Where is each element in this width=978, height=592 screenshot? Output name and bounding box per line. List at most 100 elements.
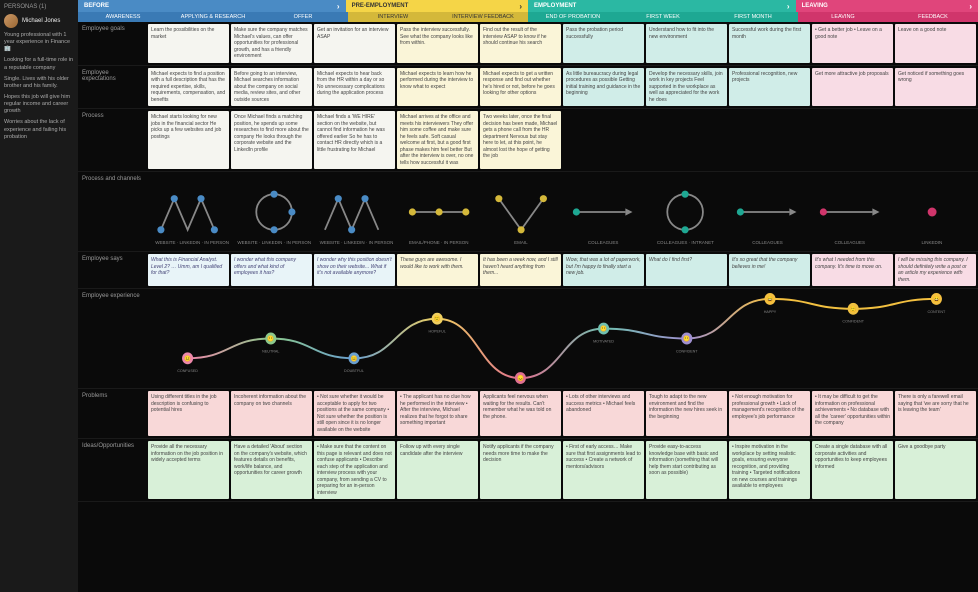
card[interactable]: Michael arrives at the office and meets … <box>397 111 478 169</box>
phase-before[interactable]: BEFORE› <box>78 0 346 12</box>
card[interactable]: Leave on a good note <box>895 24 976 63</box>
persona-name: Michael Jones <box>22 18 60 24</box>
persona-section-title: PERSONAS (1) <box>4 4 74 10</box>
card[interactable]: • Not enough motivation for professional… <box>729 391 810 436</box>
row-problems: Problems Using different titles in the j… <box>78 389 978 439</box>
card[interactable]: Understand how to fit into the new envir… <box>646 24 727 63</box>
row-label-experience: Employee experience <box>78 289 146 388</box>
card[interactable]: Develop the necessary skills, join work … <box>646 68 727 107</box>
card[interactable]: Find out the result of the interview ASA… <box>480 24 561 63</box>
card[interactable]: Notify applicants if the company needs m… <box>480 441 561 499</box>
card[interactable]: Create a single database with all corpor… <box>812 441 893 499</box>
svg-text:CONFUSED: CONFUSED <box>177 369 198 373</box>
card[interactable]: Follow up with every single candidate af… <box>397 441 478 499</box>
svg-text:😄: 😄 <box>933 295 940 303</box>
card[interactable]: Professional recognition, new projects <box>729 68 810 107</box>
card[interactable]: Michael expects to find a position with … <box>148 68 229 107</box>
card[interactable]: • Lots of other interviews and success m… <box>563 391 644 436</box>
card[interactable]: Two weeks later, once the final decision… <box>480 111 561 169</box>
card[interactable]: Give a goodbye party <box>895 441 976 499</box>
card[interactable]: Michael expects to get a written respons… <box>480 68 561 107</box>
quote-card[interactable]: These guys are awesome. I would like to … <box>397 254 478 286</box>
card-empty <box>895 111 976 169</box>
card[interactable]: Make sure the company matches Michael's … <box>231 24 312 63</box>
quote-card[interactable]: What do I find first? <box>646 254 727 286</box>
stage-first-month[interactable]: FIRST MONTH <box>708 12 798 22</box>
row-experience: Employee experience 😐CONFUSED😶NEUTRAL😐DO… <box>78 289 978 389</box>
svg-text:MOTIVATED: MOTIVATED <box>593 339 614 343</box>
quote-card[interactable]: It's what I needed from this company. It… <box>812 254 893 286</box>
card[interactable]: Provide all the necessary information on… <box>148 441 229 499</box>
stage-leaving[interactable]: LEAVING <box>798 12 888 22</box>
quote-card[interactable]: I wonder why this position doesn't show … <box>314 254 395 286</box>
card[interactable]: Using different titles in the job descri… <box>148 391 229 436</box>
card[interactable]: Successful work during the first month <box>729 24 810 63</box>
phase-leaving[interactable]: LEAVING› <box>796 0 978 12</box>
quote-card[interactable]: What this is Financial Analyst. Level 2?… <box>148 254 229 286</box>
card[interactable]: Michael expects to learn how he performe… <box>397 68 478 107</box>
card[interactable]: Michael starts looking for new jobs in t… <box>148 111 229 169</box>
stage-header-row: AWARENESS APPLYING & RESEARCH OFFER INTE… <box>78 12 978 22</box>
card[interactable]: Learn the possibilities on the market <box>148 24 229 63</box>
quote-card[interactable]: Wow, that was a lot of paperwork, but I'… <box>563 254 644 286</box>
quote-card[interactable]: I wonder what this company offers and wh… <box>231 254 312 286</box>
card[interactable]: There is only a farewell email saying th… <box>895 391 976 436</box>
stage-interview[interactable]: INTERVIEW <box>348 12 438 22</box>
card[interactable]: Get an invitation for an interview ASAP <box>314 24 395 63</box>
card[interactable]: Tough to adapt to the new environment an… <box>646 391 727 436</box>
persona-panel: PERSONAS (1) Michael Jones Young profess… <box>0 0 78 592</box>
row-process: Process Michael starts looking for new j… <box>78 109 978 172</box>
quote-card[interactable]: It's so great that the company believes … <box>729 254 810 286</box>
stage-interview-feedback[interactable]: INTERVIEW FEEDBACK <box>438 12 528 22</box>
persona-desc: Hopes this job will give him regular inc… <box>4 94 74 115</box>
card[interactable]: Have a detailed 'About' section on the c… <box>231 441 312 499</box>
svg-text:HOPEFUL: HOPEFUL <box>428 329 445 333</box>
card[interactable]: Provide easy-to-access knowledge base wi… <box>646 441 727 499</box>
phase-pre-employment[interactable]: PRE-EMPLOYMENT› <box>346 0 528 12</box>
card[interactable]: • Get a better job • Leave on a good not… <box>812 24 893 63</box>
card[interactable]: Pass the interview successfully. See wha… <box>397 24 478 63</box>
card-empty <box>563 111 644 169</box>
row-ideas: Ideas/Opportunities Provide all the nece… <box>78 439 978 502</box>
card[interactable]: • Inspire motivation in the workplace by… <box>729 441 810 499</box>
stage-applying[interactable]: APPLYING & RESEARCH <box>168 12 258 22</box>
card[interactable]: Get noticed if something goes wrong <box>895 68 976 107</box>
persona-header: Michael Jones <box>4 14 74 28</box>
card[interactable]: • The applicant has no clue how he perfo… <box>397 391 478 436</box>
card[interactable]: Incoherent information about the company… <box>231 391 312 436</box>
phase-employment[interactable]: EMPLOYMENT› <box>528 0 796 12</box>
row-label-expectations: Employee expectations <box>78 66 146 109</box>
row-goals: Employee goals Learn the possibilities o… <box>78 22 978 66</box>
card[interactable]: • First of early access… Make sure that … <box>563 441 644 499</box>
card[interactable]: As little bureaucracy during legal proce… <box>563 68 644 107</box>
svg-text:😞: 😞 <box>517 374 524 382</box>
svg-text:🙂: 🙂 <box>434 314 441 322</box>
svg-text:🙂: 🙂 <box>850 305 857 313</box>
svg-text:CONFIDENT: CONFIDENT <box>676 349 698 353</box>
card[interactable]: • Make sure that the content on this pag… <box>314 441 395 499</box>
card[interactable]: • It may be difficult to get the informa… <box>812 391 893 436</box>
card[interactable]: Get more attractive job proposals <box>812 68 893 107</box>
row-label-channels: Process and channels <box>78 172 146 251</box>
stage-offer[interactable]: OFFER <box>258 12 348 22</box>
row-says: Employee says What this is Financial Ana… <box>78 252 978 289</box>
card-empty <box>646 111 727 169</box>
stage-awareness[interactable]: AWARENESS <box>78 12 168 22</box>
card[interactable]: Michael finds a 'WE HIRE' section on the… <box>314 111 395 169</box>
stage-feedback[interactable]: FEEDBACK <box>888 12 978 22</box>
card[interactable]: Pass the probation period successfully <box>563 24 644 63</box>
svg-text:CONFIDENT: CONFIDENT <box>842 320 864 324</box>
stage-first-week[interactable]: FIRST WEEK <box>618 12 708 22</box>
card[interactable]: Before going to an interview, Michael se… <box>231 68 312 107</box>
svg-text:😐: 😐 <box>351 354 358 362</box>
quote-card[interactable]: It has been a week now, and I still have… <box>480 254 561 286</box>
card-empty <box>812 111 893 169</box>
stage-end-probation[interactable]: END OF PROBATION <box>528 12 618 22</box>
row-channels: Process and channels WEBSITE · LINKEDIN … <box>78 172 978 252</box>
card[interactable]: Applicants feel nervous when waiting for… <box>480 391 561 436</box>
svg-text:HAPPY: HAPPY <box>764 310 777 314</box>
card[interactable]: • Not sure whether it would be acceptabl… <box>314 391 395 436</box>
card[interactable]: Michael expects to hear back from the HR… <box>314 68 395 107</box>
card[interactable]: Once Michael finds a matching position, … <box>231 111 312 169</box>
quote-card[interactable]: I will be missing this company. I should… <box>895 254 976 286</box>
